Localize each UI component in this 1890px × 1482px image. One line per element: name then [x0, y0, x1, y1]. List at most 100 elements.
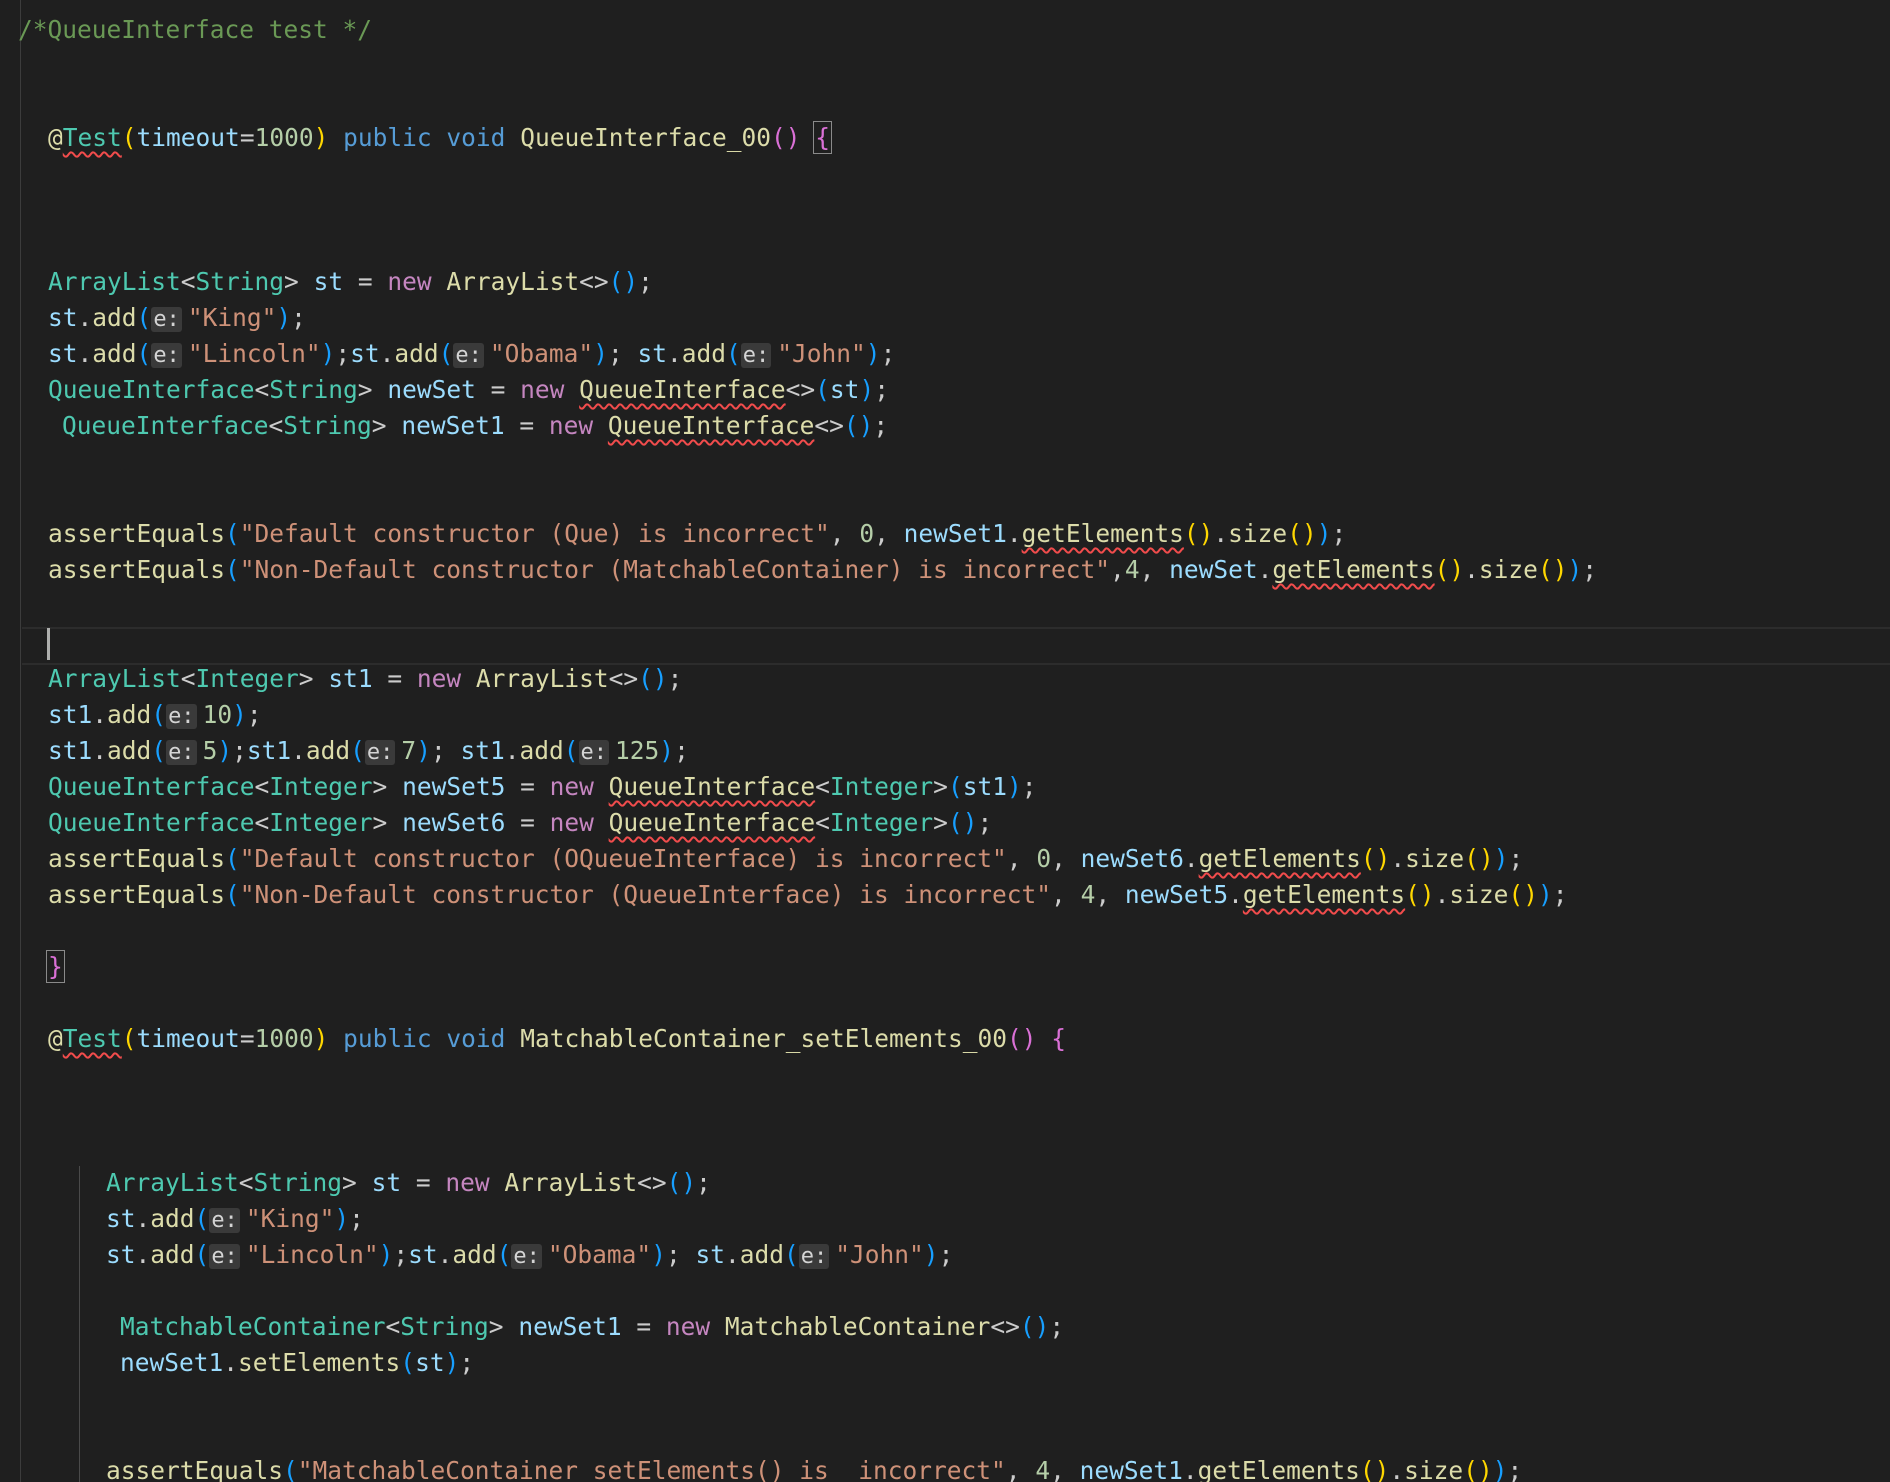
- code-token: .: [291, 736, 306, 765]
- code-token: void: [446, 1024, 506, 1053]
- code-token: .: [92, 736, 108, 765]
- code-token: QueueInterface_00: [520, 123, 771, 152]
- code-token: (): [1463, 1456, 1493, 1482]
- code-line[interactable]: ArrayList<Integer> st1 = new ArrayList<>…: [48, 661, 682, 697]
- code-line[interactable]: @Test(timeout=1000) public void Matchabl…: [48, 1021, 1066, 1057]
- code-token: add: [107, 736, 152, 765]
- code-line[interactable]: st.add(e: "Lincoln");st.add(e: "Obama"); s…: [106, 1237, 953, 1273]
- parameter-hint: e:: [151, 343, 182, 368]
- code-token: new: [445, 1168, 490, 1197]
- code-token: add: [92, 303, 137, 332]
- code-line[interactable]: /*QueueInterface test */: [18, 12, 372, 48]
- code-line[interactable]: assertEquals("Non-Default constructor (M…: [48, 552, 1597, 588]
- code-line[interactable]: assertEquals("Non-Default constructor (Q…: [48, 877, 1567, 913]
- code-token: (): [1019, 1312, 1050, 1341]
- code-token: <: [268, 411, 284, 440]
- code-line[interactable]: @Test(timeout=1000) public void QueueInt…: [48, 120, 832, 156]
- code-token: "John": [835, 1240, 924, 1269]
- code-token: newSet5: [402, 772, 506, 801]
- code-token: "Lincoln": [187, 339, 321, 368]
- code-token: ): [1316, 519, 1332, 548]
- code-token: ;: [674, 736, 689, 765]
- parameter-hint: e:: [798, 1244, 830, 1269]
- code-line[interactable]: st.add(e: "King");: [48, 300, 306, 336]
- code-token: "King": [245, 1204, 335, 1233]
- code-token: (): [1537, 555, 1568, 584]
- code-line[interactable]: newSet1.setElements(st);: [120, 1345, 474, 1381]
- code-line[interactable]: QueueInterface<String> newSet = new Queu…: [48, 372, 889, 408]
- code-token: new: [549, 772, 594, 801]
- current-line-highlight: [22, 627, 1890, 665]
- code-token: =: [401, 1168, 446, 1197]
- code-token: ;: [1331, 519, 1347, 548]
- code-token: >: [298, 664, 329, 693]
- code-token: <: [238, 1168, 254, 1197]
- code-line[interactable]: ArrayList<String> st = new ArrayList<>()…: [106, 1165, 711, 1201]
- code-line[interactable]: assertEquals("Default constructor (Que) …: [48, 516, 1346, 552]
- code-token: ,: [874, 519, 904, 548]
- code-token: ): [1493, 844, 1509, 873]
- code-token: add: [739, 1240, 785, 1269]
- code-line[interactable]: QueueInterface<Integer> newSet5 = new Qu…: [48, 769, 1037, 805]
- code-token: add: [452, 1240, 497, 1269]
- code-token: void: [446, 123, 506, 152]
- text-cursor: [47, 628, 50, 660]
- code-token: public: [343, 123, 432, 152]
- code-token: <>: [814, 411, 844, 440]
- code-token: (): [638, 664, 668, 693]
- code-line[interactable]: st1.add(e: 10);: [48, 697, 262, 733]
- code-line[interactable]: st.add(e: "King");: [106, 1201, 364, 1237]
- code-token: MatchableContainer_setElements_00: [520, 1024, 1007, 1053]
- code-line[interactable]: QueueInterface<Integer> newSet6 = new Qu…: [48, 805, 992, 841]
- indent-guide: [20, 0, 21, 1482]
- code-token: ): [1567, 555, 1583, 584]
- code-token: st: [829, 375, 860, 404]
- code-token: Integer: [269, 772, 373, 801]
- code-line[interactable]: }: [46, 949, 65, 985]
- code-token: Integer: [829, 772, 934, 801]
- code-line[interactable]: st.add(e: "Lincoln");st.add(e: "Obama"); s…: [48, 336, 895, 372]
- code-token: st: [106, 1204, 136, 1233]
- code-token: ;: [665, 1240, 696, 1269]
- code-token: (: [225, 519, 240, 548]
- code-line[interactable]: assertEquals("Default constructor (OQueu…: [48, 841, 1523, 877]
- code-token: <>: [785, 375, 816, 404]
- code-token: >: [933, 772, 948, 801]
- code-line[interactable]: QueueInterface<String> newSet1 = new Que…: [62, 408, 888, 444]
- code-token: .: [135, 1240, 151, 1269]
- code-token: (): [1360, 844, 1391, 873]
- code-line[interactable]: st1.add(e: 5);st1.add(e: 7); st1.add(e: 125…: [48, 733, 689, 769]
- code-token: Integer: [195, 664, 299, 693]
- code-token: ): [232, 700, 247, 729]
- code-token: newSet6: [402, 808, 506, 837]
- code-token: (): [1183, 519, 1214, 548]
- code-line[interactable]: ArrayList<String> st = new ArrayList<>()…: [48, 264, 653, 300]
- code-token: (: [151, 736, 167, 765]
- code-token: (): [770, 123, 801, 152]
- code-token: (): [666, 1168, 697, 1197]
- code-token: newSet1: [120, 1348, 224, 1377]
- code-token: (: [194, 1204, 210, 1233]
- code-editor[interactable]: /*QueueInterface test */ @Test(timeout=10…: [0, 0, 1890, 1482]
- code-token: =: [621, 1312, 666, 1341]
- code-token: 4: [1080, 880, 1096, 909]
- code-token: ;: [232, 736, 247, 765]
- code-token: (: [400, 1348, 416, 1377]
- code-line[interactable]: assertEquals("MatchableContainer setElem…: [106, 1453, 1522, 1482]
- code-token: add: [305, 736, 351, 765]
- code-token: Test: [62, 1024, 122, 1053]
- code-token: (: [225, 555, 240, 584]
- code-token: ;: [873, 411, 889, 440]
- code-token: (): [1464, 844, 1494, 873]
- code-token: st: [313, 267, 344, 296]
- code-token: (): [947, 808, 978, 837]
- code-token: <>: [990, 1312, 1020, 1341]
- code-line[interactable]: MatchableContainer<String> newSet1 = new…: [120, 1309, 1064, 1345]
- code-token: QueueInterface: [608, 808, 816, 837]
- code-token: ): [1492, 1456, 1508, 1482]
